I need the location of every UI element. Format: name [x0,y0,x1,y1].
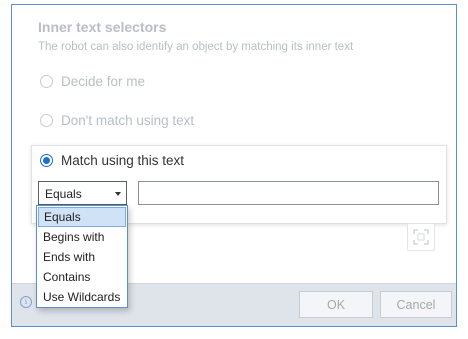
radio-unchecked-icon [40,75,53,88]
dropdown-item-equals[interactable]: Equals [38,207,126,227]
capture-button[interactable] [407,223,435,251]
option-label: Decide for me [61,74,146,89]
radio-checked-icon [40,154,53,167]
dropdown-item-use-wildcards[interactable]: Use Wildcards [38,287,126,307]
dropdown-item-ends-with[interactable]: Ends with [38,247,126,267]
ok-button[interactable]: OK [299,291,373,318]
match-text-input[interactable] [138,181,439,205]
section-subtitle: The robot can also identify an object by… [38,41,354,53]
info-icon[interactable]: i [20,296,32,308]
cancel-button[interactable]: Cancel [380,291,452,318]
operator-select[interactable]: Equals [38,181,127,205]
operator-dropdown-list: Equals Begins with Ends with Contains Us… [36,205,128,308]
option-decide-for-me[interactable]: Decide for me [40,74,145,89]
option-label: Don't match using text [61,113,195,128]
dropdown-item-contains[interactable]: Contains [38,267,126,287]
option-dont-match[interactable]: Don't match using text [40,113,194,128]
operator-select-value: Equals [45,187,82,201]
option-match-using-text[interactable]: Match using this text [40,153,184,168]
capture-target-icon [413,229,429,245]
section-title: Inner text selectors [38,19,167,35]
chevron-down-icon [115,192,121,196]
option-label: Match using this text [61,153,185,168]
radio-unchecked-icon [40,114,53,127]
dropdown-item-begins-with[interactable]: Begins with [38,227,126,247]
